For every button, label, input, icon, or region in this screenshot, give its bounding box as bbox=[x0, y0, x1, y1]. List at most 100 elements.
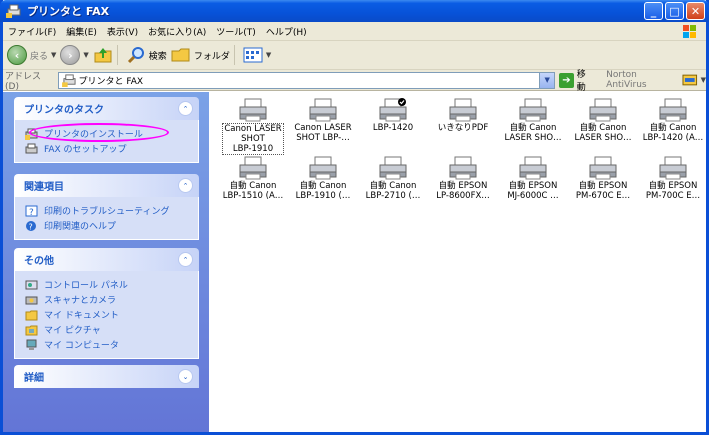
printer-item[interactable]: 自動 Canon LBP-1420 (A… bbox=[638, 97, 708, 155]
printer-item[interactable]: 自動 Canon LASER SHO… bbox=[498, 97, 568, 155]
printer-name: 自動 Canon LASER SHO… bbox=[574, 123, 632, 143]
back-arrow-icon: ‹ bbox=[7, 45, 27, 65]
printer-icon bbox=[309, 98, 337, 122]
menu-file[interactable]: ファイル(F) bbox=[3, 25, 61, 38]
printer-icon bbox=[659, 156, 687, 180]
panel-title: 詳細 bbox=[24, 373, 44, 384]
printer-icon bbox=[309, 156, 337, 180]
address-dropdown-button[interactable]: ▼ bbox=[539, 72, 555, 88]
norton-antivirus-label[interactable]: Norton AntiVirus bbox=[606, 70, 678, 90]
address-input[interactable]: プリンタと FAX ▼ bbox=[57, 71, 556, 89]
my-pictures-link[interactable]: マイ ピクチャ bbox=[25, 322, 198, 337]
collapse-icon[interactable]: ⌃ bbox=[178, 252, 193, 267]
close-button[interactable]: ✕ bbox=[686, 2, 705, 20]
details-panel: 詳細 ⌄ bbox=[14, 365, 199, 388]
printer-item[interactable]: 自動 Canon LBP-1510 (A… bbox=[218, 155, 288, 213]
back-button[interactable]: ‹ 戻る ▼ bbox=[7, 45, 56, 65]
printer-item[interactable]: LBP-1420 bbox=[358, 97, 428, 155]
search-label: 検索 bbox=[148, 51, 167, 62]
printer-icon bbox=[379, 156, 407, 180]
task-label: マイ ドキュメント bbox=[44, 311, 119, 321]
printer-name: いきなりPDF bbox=[437, 123, 489, 133]
printer-item[interactable]: 自動 Canon LASER SHO… bbox=[568, 97, 638, 155]
norton-icon[interactable] bbox=[682, 73, 698, 87]
printer-name: 自動 Canon LASER SHO… bbox=[504, 123, 562, 143]
forward-arrow-icon: › bbox=[60, 45, 81, 65]
title-bar[interactable]: プリンタと FAX _ □ ✕ bbox=[0, 0, 709, 22]
printer-name: 自動 Canon LBP-2710 (… bbox=[365, 181, 421, 201]
expand-icon[interactable]: ⌄ bbox=[178, 369, 193, 384]
fax-icon bbox=[25, 143, 38, 153]
help-circle-icon: ? bbox=[26, 220, 36, 231]
printer-item[interactable]: 自動 Canon LBP-2710 (… bbox=[358, 155, 428, 213]
printer-icon bbox=[449, 98, 477, 122]
printer-item[interactable]: 自動 EPSON PM-670C E… bbox=[568, 155, 638, 213]
search-icon bbox=[127, 47, 144, 64]
camera-icon bbox=[25, 296, 38, 304]
printer-name: 自動 EPSON PM-670C E… bbox=[575, 181, 631, 201]
go-arrow-icon: ➔ bbox=[559, 72, 574, 88]
collapse-icon[interactable]: ⌃ bbox=[178, 101, 193, 116]
control-panel-link[interactable]: コントロール パネル bbox=[25, 277, 198, 292]
task-label: FAX のセットアップ bbox=[44, 145, 127, 155]
printer-item[interactable]: 自動 Canon LBP-1910 (… bbox=[288, 155, 358, 213]
panel-title: 関連項目 bbox=[24, 182, 64, 193]
svg-text:?: ? bbox=[29, 208, 34, 217]
folders-button[interactable]: フォルダ bbox=[171, 46, 230, 64]
related-panel: 関連項目 ⌃ ? 印刷のトラブルシューティング ? 印刷関連のヘルプ bbox=[14, 174, 199, 240]
other-places-header[interactable]: その他 ⌃ bbox=[14, 248, 199, 271]
printer-icon bbox=[659, 98, 687, 122]
panel-title: その他 bbox=[24, 256, 54, 267]
collapse-icon[interactable]: ⌃ bbox=[178, 178, 193, 193]
my-documents-link[interactable]: マイ ドキュメント bbox=[25, 307, 198, 322]
other-places-panel: その他 ⌃ コントロール パネル スキャナとカメラ マイ ドキュメント マイ ピ… bbox=[14, 248, 199, 359]
chevron-down-icon: ▼ bbox=[83, 51, 89, 59]
printer-name: 自動 EPSON LP-8600FX… bbox=[436, 181, 490, 201]
maximize-button[interactable]: □ bbox=[665, 2, 684, 20]
printer-name: Canon LASER SHOT LBP-… bbox=[294, 123, 352, 143]
printer-list: Canon LASER SHOT LBP-1910 Canon LASER SH… bbox=[209, 92, 706, 432]
printer-icon bbox=[589, 156, 617, 180]
fax-setup-link[interactable]: FAX のセットアップ bbox=[25, 141, 198, 156]
printer-tasks-header[interactable]: プリンタのタスク ⌃ bbox=[14, 97, 199, 120]
printer-item[interactable]: 自動 EPSON LP-8600FX… bbox=[428, 155, 498, 213]
views-button[interactable]: ▼ bbox=[243, 47, 271, 63]
menu-bar: ファイル(F) 編集(E) 表示(V) お気に入り(A) ツール(T) ヘルプ(… bbox=[3, 22, 706, 41]
menu-tools[interactable]: ツール(T) bbox=[211, 25, 261, 38]
chevron-down-icon[interactable]: ▼ bbox=[701, 76, 706, 84]
printer-item[interactable]: 自動 EPSON PM-700C E… bbox=[638, 155, 708, 213]
menu-edit[interactable]: 編集(E) bbox=[61, 25, 102, 38]
up-folder-button[interactable] bbox=[93, 45, 113, 65]
window-title: プリンタと FAX bbox=[27, 5, 110, 18]
printer-grid: Canon LASER SHOT LBP-1910 Canon LASER SH… bbox=[218, 97, 708, 213]
minimize-button[interactable]: _ bbox=[644, 2, 663, 20]
printer-name: Canon LASER SHOT LBP-1910 bbox=[222, 123, 284, 155]
menu-favorites[interactable]: お気に入り(A) bbox=[143, 25, 211, 38]
control-panel-icon bbox=[25, 280, 38, 289]
printer-item[interactable]: 自動 EPSON MJ-6000C … bbox=[498, 155, 568, 213]
printer-name: 自動 Canon LBP-1420 (A… bbox=[642, 123, 704, 143]
menu-view[interactable]: 表示(V) bbox=[102, 25, 143, 38]
print-help-link[interactable]: ? 印刷関連のヘルプ bbox=[25, 218, 198, 233]
printer-item[interactable]: いきなりPDF bbox=[428, 97, 498, 155]
forward-button[interactable]: › ▼ bbox=[60, 45, 89, 65]
menu-help[interactable]: ヘルプ(H) bbox=[261, 25, 312, 38]
svg-text:?: ? bbox=[29, 222, 33, 231]
printer-icon bbox=[589, 98, 617, 122]
troubleshoot-link[interactable]: ? 印刷のトラブルシューティング bbox=[25, 203, 198, 218]
my-computer-icon bbox=[26, 339, 37, 350]
search-button[interactable]: 検索 bbox=[126, 45, 167, 65]
go-button[interactable]: ➔ 移動 bbox=[559, 67, 594, 93]
related-header[interactable]: 関連項目 ⌃ bbox=[14, 174, 199, 197]
folder-icon bbox=[171, 48, 190, 62]
details-header[interactable]: 詳細 ⌄ bbox=[14, 365, 199, 388]
printer-icon bbox=[239, 98, 267, 122]
my-computer-link[interactable]: マイ コンピュータ bbox=[25, 337, 198, 352]
printer-icon bbox=[239, 156, 267, 180]
my-pictures-icon bbox=[25, 325, 38, 335]
scanners-cameras-link[interactable]: スキャナとカメラ bbox=[25, 292, 198, 307]
printer-item[interactable]: Canon LASER SHOT LBP-… bbox=[288, 97, 358, 155]
address-label: アドレス(D) bbox=[5, 71, 42, 92]
printer-item[interactable]: Canon LASER SHOT LBP-1910 bbox=[218, 97, 288, 155]
printer-name: 自動 Canon LBP-1510 (A… bbox=[222, 181, 284, 201]
